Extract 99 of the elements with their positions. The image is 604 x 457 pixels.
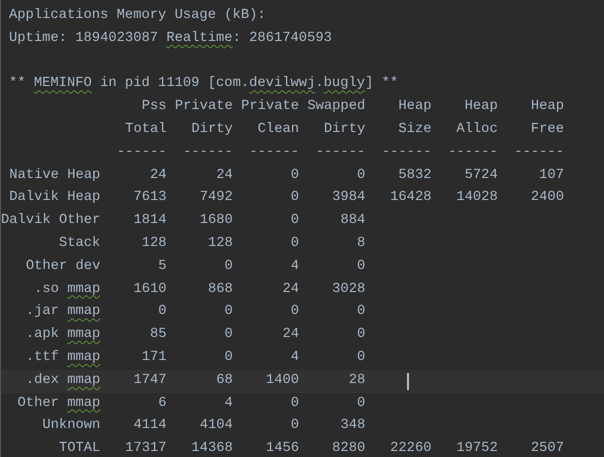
table-cell: 0 — [357, 258, 366, 274]
table-cell: 0 — [290, 236, 300, 251]
table-cell: 14028 — [456, 190, 498, 206]
table-cell: 1747 — [133, 372, 167, 388]
table-cell: 0 — [224, 327, 233, 342]
table-cell: 0 — [290, 418, 300, 434]
table-cell: 348 — [340, 418, 366, 434]
row-label: Dalvik Other — [1, 213, 100, 228]
table-cell: 24 — [282, 282, 300, 297]
table-cell: 22260 — [390, 441, 432, 456]
table-cell: 0 — [357, 396, 366, 411]
table-cell: 107 — [539, 168, 564, 183]
table-cell: 884 — [340, 213, 366, 228]
table-cell: 1456 — [266, 441, 300, 456]
table-cell: 1610 — [133, 282, 167, 297]
row-label: Other dev — [26, 258, 100, 274]
table-cell: 0 — [357, 327, 366, 342]
table-cell: 1400 — [266, 372, 300, 388]
column-header: Pss — [142, 99, 167, 114]
table-cell: 3028 — [332, 282, 366, 297]
text-cursor — [406, 372, 409, 390]
table-cell: 8 — [357, 236, 366, 251]
table-cell: 0 — [290, 168, 300, 183]
table-cell: 5 — [158, 258, 167, 274]
column-header: ------ — [183, 144, 233, 160]
table-cell: 14368 — [191, 441, 233, 456]
table-cell: 24 — [282, 327, 300, 342]
column-header: Private — [241, 99, 300, 114]
table-cell: 868 — [208, 282, 233, 297]
column-header: Private — [174, 99, 233, 114]
column-header: Heap — [464, 99, 498, 114]
output-line: ** MEMINFO in pid 11109 [com.devilwwj.bugly] ** — [9, 75, 400, 94]
table-cell: 5724 — [464, 168, 498, 183]
output-line: Applications Memory Usage (kB): — [9, 7, 267, 25]
column-header: ------ — [116, 144, 167, 160]
table-cell: 17317 — [125, 441, 167, 456]
table-cell: 0 — [224, 258, 233, 274]
column-header: ------ — [448, 144, 498, 160]
column-header: ------ — [382, 144, 432, 160]
table-cell: 28 — [348, 372, 366, 388]
table-cell: 0 — [224, 304, 233, 320]
row-label: Native Heap — [9, 168, 100, 183]
table-cell: 2507 — [530, 441, 564, 456]
table-cell: 68 — [216, 372, 233, 388]
table-cell: 85 — [150, 327, 167, 342]
table-cell: 7613 — [133, 190, 167, 206]
column-header: Swapped — [307, 99, 366, 114]
column-header: Heap — [530, 99, 564, 114]
output-line: Uptime: 1894023087 Realtime: 2861740593 — [9, 30, 333, 48]
table-cell: 0 — [290, 213, 300, 228]
column-header: Size — [398, 122, 432, 137]
table-cell: 0 — [158, 304, 167, 320]
row-label: .apk mmap — [26, 327, 100, 342]
table-cell: 0 — [290, 396, 300, 411]
column-header: Dirty — [191, 122, 233, 137]
column-header: Clean — [258, 122, 300, 137]
table-cell: 6 — [158, 396, 167, 411]
table-cell: 5832 — [398, 168, 432, 183]
table-cell: 128 — [208, 236, 233, 251]
table-cell: 0 — [290, 304, 300, 320]
table-cell: 128 — [142, 236, 167, 251]
table-cell: 4 — [224, 396, 233, 411]
row-label: .dex mmap — [26, 372, 100, 388]
table-cell: 0 — [357, 350, 366, 365]
column-header: ------ — [316, 144, 366, 160]
row-label: Stack — [58, 236, 100, 251]
table-cell: 0 — [290, 190, 300, 206]
table-cell: 0 — [224, 350, 233, 365]
table-cell: 3984 — [332, 190, 366, 206]
table-cell: 4 — [290, 350, 300, 365]
table-cell: 0 — [357, 168, 366, 183]
table-cell: 24 — [216, 168, 233, 183]
column-header: Free — [530, 122, 564, 137]
table-cell: 16428 — [390, 190, 432, 206]
row-label: .jar mmap — [26, 304, 100, 320]
row-label: Unknown — [42, 418, 100, 434]
table-cell: 1680 — [200, 213, 233, 228]
row-label: .so mmap — [34, 282, 100, 297]
column-header: ------ — [249, 144, 300, 160]
column-header: Total — [125, 122, 167, 137]
table-cell: 19752 — [456, 441, 498, 456]
table-cell: 0 — [357, 304, 366, 320]
row-label: TOTAL — [58, 441, 100, 456]
table-cell: 7492 — [200, 190, 233, 206]
table-cell: 171 — [142, 350, 167, 365]
table-cell: 4 — [290, 258, 300, 274]
row-label: Other mmap — [18, 396, 100, 411]
table-cell: 8280 — [332, 441, 366, 456]
row-label: Dalvik Heap — [9, 190, 100, 206]
table-cell: 24 — [150, 168, 167, 183]
column-header: Alloc — [456, 122, 498, 137]
row-label: .ttf mmap — [26, 350, 100, 365]
table-cell: 4114 — [133, 418, 167, 434]
table-cell: 2400 — [530, 190, 564, 206]
table-cell: 1814 — [133, 213, 167, 228]
column-header: Heap — [398, 99, 432, 114]
column-header: ------ — [514, 144, 564, 160]
column-header: Dirty — [324, 122, 366, 137]
table-cell: 4104 — [200, 418, 233, 434]
